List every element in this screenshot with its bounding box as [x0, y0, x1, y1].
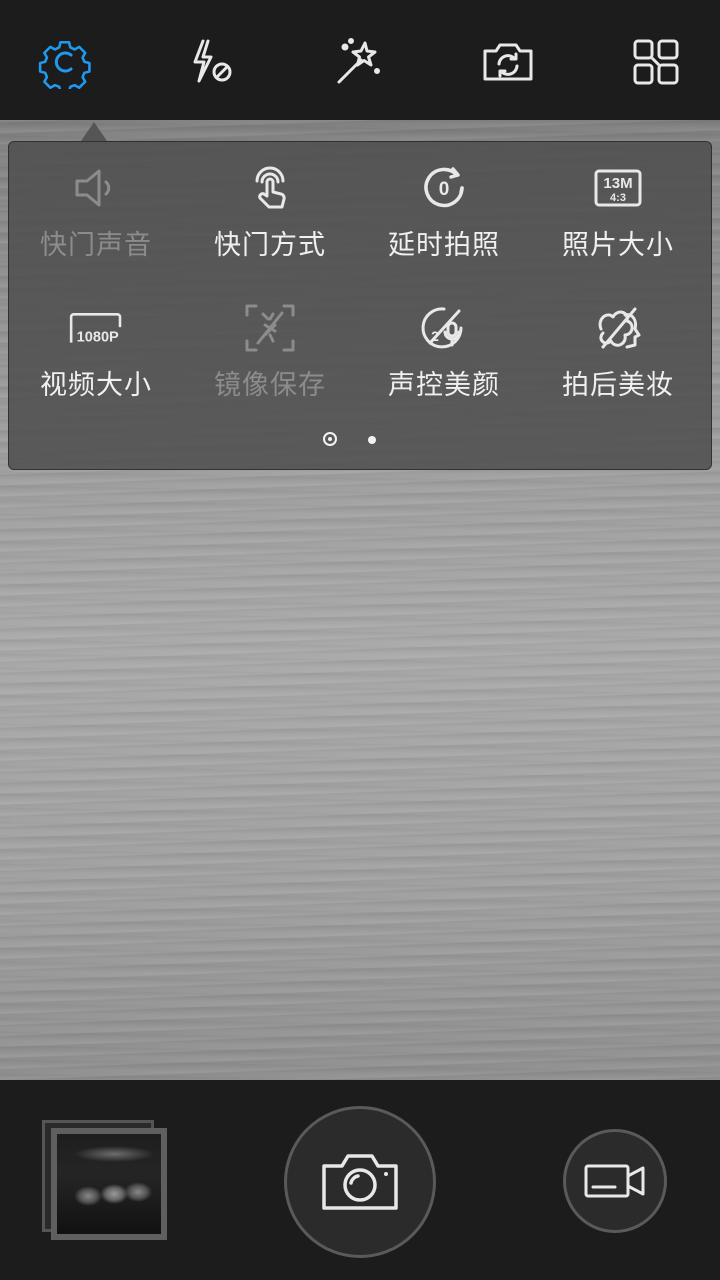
page-dot-active[interactable]: [323, 432, 337, 446]
touch-icon: [240, 160, 300, 215]
option-label: 快门声音: [40, 230, 152, 261]
option-photo-size[interactable]: 13M 4:3 照片大小: [531, 142, 705, 262]
option-label: 延时拍照: [388, 230, 500, 261]
top-toolbar: [0, 0, 720, 120]
video-size-value: 1080P: [77, 329, 119, 345]
switch-camera-button[interactable]: [476, 30, 540, 94]
option-shutter-sound[interactable]: 快门声音: [9, 142, 183, 262]
option-label: 快门方式: [214, 230, 326, 261]
gear-icon: [38, 40, 91, 89]
voice-beauty-icon: 2: [414, 300, 474, 355]
option-video-size[interactable]: 1080P 视频大小: [9, 282, 183, 402]
photo-ratio-value: 4:3: [610, 192, 626, 204]
panel-pointer: [81, 122, 107, 141]
timer-value: 0: [439, 179, 450, 200]
photo-size-value: 13M: [603, 175, 632, 192]
page-dot[interactable]: [368, 436, 376, 444]
option-label: 声控美颜: [388, 370, 500, 401]
bottom-toolbar: [0, 1080, 720, 1280]
gallery-thumbnail[interactable]: [51, 1128, 167, 1240]
makeup-icon: [588, 300, 648, 355]
photo-size-icon: 13M 4:3: [588, 160, 648, 215]
shutter-button[interactable]: [284, 1106, 436, 1258]
video-mode-button[interactable]: [563, 1129, 667, 1233]
timer-icon: 0: [414, 160, 474, 215]
camera-screen: 快门声音 快门方式 0 延时拍照 13M 4:3 照片大小 1080P 视频大小…: [0, 0, 720, 1280]
option-timer[interactable]: 0 延时拍照: [357, 142, 531, 262]
option-shutter-mode[interactable]: 快门方式: [183, 142, 357, 262]
option-label: 视频大小: [40, 370, 152, 401]
option-label: 照片大小: [562, 230, 674, 261]
page-indicator: [9, 428, 713, 452]
mirror-icon: [240, 300, 300, 355]
video-camera-icon: [584, 1164, 645, 1198]
option-label: 拍后美妆: [562, 370, 674, 401]
grid-modes-icon: [633, 39, 679, 85]
option-post-makeup[interactable]: 拍后美妆: [531, 282, 705, 402]
option-label: 镜像保存: [214, 370, 326, 401]
option-mirror-save[interactable]: 镜像保存: [183, 282, 357, 402]
voice-beauty-value: 2: [431, 328, 439, 344]
speaker-icon: [66, 160, 126, 215]
flash-off-icon: [193, 39, 232, 83]
flash-off-button[interactable]: [179, 30, 243, 94]
settings-button[interactable]: [33, 30, 97, 94]
option-voice-beauty[interactable]: 2 声控美颜: [357, 282, 531, 402]
camera-icon: [322, 1154, 398, 1210]
magic-wand-icon: [337, 38, 380, 84]
switch-camera-icon: [483, 43, 533, 81]
video-size-icon: 1080P: [66, 300, 126, 355]
effects-button[interactable]: [326, 30, 390, 94]
modes-button[interactable]: [624, 30, 688, 94]
settings-panel: 快门声音 快门方式 0 延时拍照 13M 4:3 照片大小 1080P 视频大小…: [8, 141, 712, 470]
